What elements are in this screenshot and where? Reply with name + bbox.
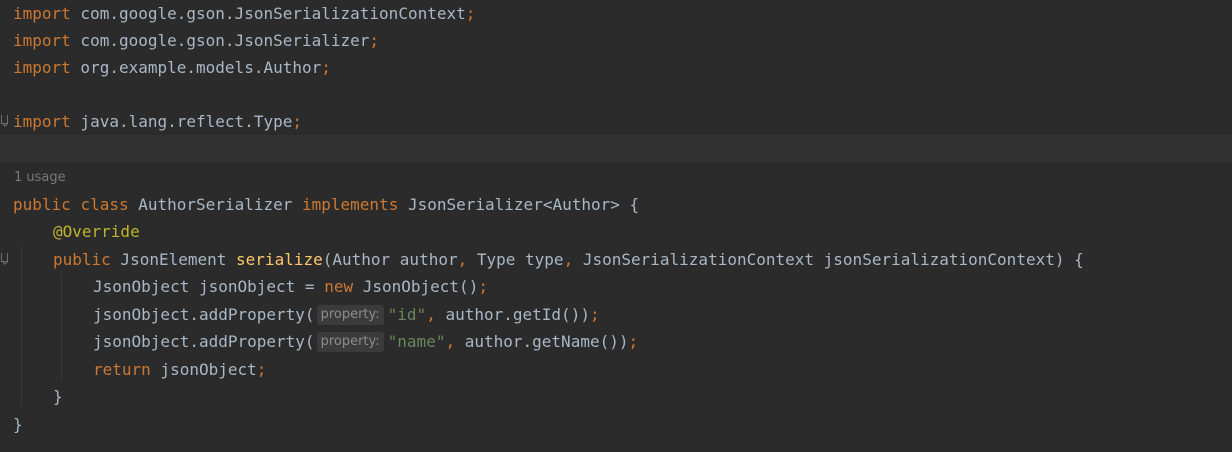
keyword: class bbox=[80, 195, 129, 214]
code-line: } bbox=[0, 383, 1232, 410]
comma: , bbox=[426, 305, 436, 324]
code-line: jsonObject.addProperty(property: "id", au… bbox=[0, 301, 1232, 328]
closing-brace: } bbox=[53, 387, 63, 406]
code-line: public class AuthorSerializer implements… bbox=[0, 191, 1232, 218]
keyword: import bbox=[13, 31, 71, 50]
semicolon: ; bbox=[369, 31, 380, 50]
semicolon: ; bbox=[478, 277, 488, 296]
code-line: import org.example.models.Author; bbox=[0, 54, 1232, 81]
code-line: public JsonElement serialize(Author auth… bbox=[0, 246, 1232, 273]
class-name: AuthorSerializer bbox=[128, 195, 302, 214]
code-text: JsonObject jsonObject = bbox=[93, 277, 325, 296]
usage-hint[interactable]: 1 usage bbox=[14, 164, 66, 191]
code-vision-line: 1 usage bbox=[0, 164, 1232, 191]
code-text: JsonObject() bbox=[353, 277, 479, 296]
string-literal: "name" bbox=[387, 332, 446, 351]
semicolon: ; bbox=[628, 332, 639, 351]
keyword: public bbox=[53, 250, 111, 269]
keyword: new bbox=[324, 277, 354, 296]
keyword: import bbox=[13, 112, 71, 131]
annotation: @Override bbox=[53, 222, 140, 241]
semicolon: ; bbox=[589, 305, 600, 324]
string-literal: "id" bbox=[387, 305, 427, 324]
code-text: JsonElement bbox=[110, 250, 237, 269]
code-line: import com.google.gson.JsonSerializer; bbox=[0, 27, 1232, 54]
current-line-highlight[interactable] bbox=[0, 135, 1232, 162]
code-text: jsonObject.addProperty( bbox=[93, 305, 315, 324]
code-editor[interactable]: import com.google.gson.JsonSerialization… bbox=[0, 0, 1232, 452]
code-text: com.google.gson.JsonSerializer bbox=[70, 31, 370, 50]
semicolon: ; bbox=[256, 360, 267, 379]
code-text: JsonSerializer<Author> { bbox=[398, 195, 640, 214]
keyword: implements bbox=[302, 195, 399, 214]
closing-brace: } bbox=[13, 415, 23, 434]
method-name: serialize bbox=[236, 250, 323, 269]
keyword: import bbox=[13, 58, 71, 77]
code-line: JsonObject jsonObject = new JsonObject()… bbox=[0, 273, 1232, 300]
semicolon: ; bbox=[321, 58, 331, 77]
code-text: author.getName()) bbox=[455, 332, 629, 351]
code-line: jsonObject.addProperty(property: "name", … bbox=[0, 328, 1232, 355]
code-text: Type type bbox=[467, 250, 564, 269]
code-text: JsonSerializationContext jsonSerializati… bbox=[573, 250, 1084, 269]
keyword: import bbox=[13, 4, 71, 23]
code-text: java.lang.reflect.Type bbox=[70, 112, 293, 131]
parameter-hint: property: bbox=[316, 305, 384, 325]
semicolon: ; bbox=[465, 4, 476, 23]
comma: , bbox=[457, 250, 468, 269]
code-text: jsonObject bbox=[150, 360, 257, 379]
code-text: jsonObject.addProperty( bbox=[93, 332, 315, 351]
code-text: org.example.models.Author bbox=[70, 58, 322, 77]
keyword: public bbox=[13, 195, 71, 214]
code-line: import com.google.gson.JsonSerialization… bbox=[0, 0, 1232, 27]
comma: , bbox=[445, 332, 456, 351]
comma: , bbox=[563, 250, 574, 269]
parameter-hint: property: bbox=[316, 332, 384, 352]
keyword: return bbox=[93, 360, 151, 379]
semicolon: ; bbox=[292, 112, 302, 131]
code-line: } bbox=[0, 411, 1232, 438]
code-text: author.getId()) bbox=[435, 305, 590, 324]
code-line: @Override bbox=[0, 218, 1232, 245]
code-text: (Author author bbox=[322, 250, 458, 269]
code-line: import java.lang.reflect.Type; bbox=[0, 108, 1232, 135]
code-text: com.google.gson.JsonSerializationContext bbox=[70, 4, 466, 23]
code-line: return jsonObject; bbox=[0, 356, 1232, 383]
